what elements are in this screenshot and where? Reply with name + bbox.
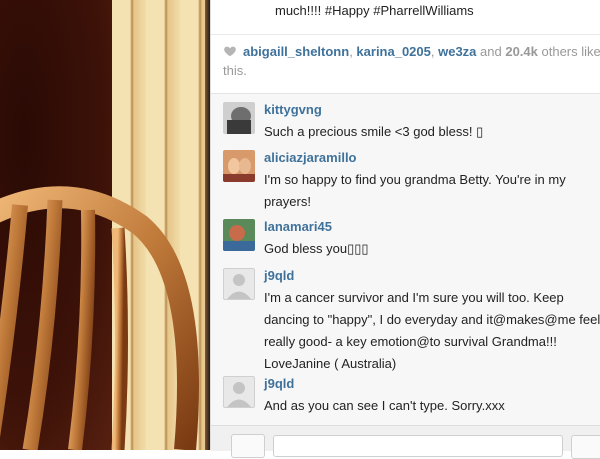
comment-text: I'm a cancer survivor and I'm sure you w…	[264, 290, 600, 371]
avatar-image	[223, 219, 255, 251]
likes-summary: abigaill_sheltonn, karina_0205, we3za an…	[223, 42, 600, 80]
avatar[interactable]	[223, 376, 255, 408]
comment-username[interactable]: kittygvng	[264, 102, 322, 117]
post-detail-panel: much!!!! #Happy #PharrellWilliams abigai…	[210, 0, 600, 459]
avatar[interactable]	[223, 150, 255, 182]
comment-username[interactable]: aliciazjaramillo	[264, 150, 357, 165]
avatar[interactable]	[223, 219, 255, 251]
comment-username[interactable]: lanamari45	[264, 219, 332, 234]
comment-username[interactable]: j9qld	[264, 376, 294, 391]
avatar[interactable]	[223, 268, 255, 300]
more-options-button[interactable]	[571, 435, 600, 459]
comments-list: kittygvng Such a precious smile <3 god b…	[211, 93, 600, 426]
avatar[interactable]	[223, 102, 255, 134]
post-caption: much!!!! #Happy #PharrellWilliams	[275, 3, 474, 18]
photo-chair	[0, 186, 199, 450]
avatar-image	[223, 150, 255, 182]
comment-text: And as you can see I can't type. Sorry.x…	[264, 398, 505, 413]
comment-username[interactable]: j9qld	[264, 268, 294, 283]
like-button[interactable]	[231, 434, 265, 458]
likes-and: and	[476, 44, 506, 59]
comment-text: I'm so happy to find you grandma Betty. …	[264, 172, 566, 209]
likes-count[interactable]: 20.4k	[505, 44, 538, 59]
comment-input[interactable]	[273, 435, 563, 457]
comment-bar	[211, 425, 600, 459]
default-user-icon	[227, 382, 251, 407]
avatar-image	[223, 102, 255, 134]
divider	[211, 34, 600, 35]
comment-text: God bless you▯▯▯	[264, 241, 369, 256]
liker-link[interactable]: abigaill_sheltonn	[243, 44, 349, 59]
heart-icon[interactable]	[223, 44, 237, 58]
liker-link[interactable]: karina_0205	[356, 44, 430, 59]
liker-link[interactable]: we3za	[438, 44, 476, 59]
post-photo	[0, 0, 210, 450]
default-user-icon	[227, 274, 251, 299]
comment-text: Such a precious smile <3 god bless! ▯	[264, 124, 484, 139]
